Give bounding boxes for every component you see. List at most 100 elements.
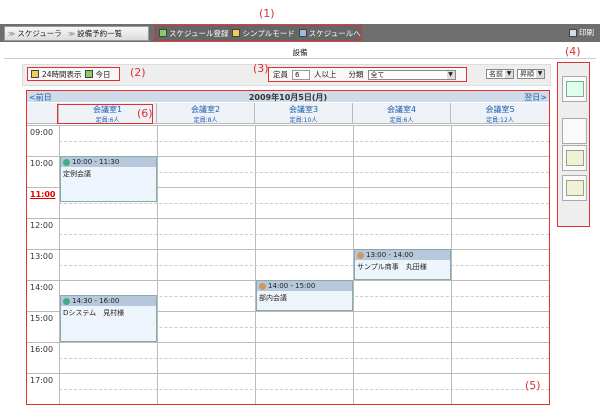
event-time: 14:30 - 16:00 [72,297,120,305]
annotation-1: (1) [259,7,275,20]
blank-view-button[interactable] [562,118,587,144]
annotation-3: (3) [253,62,269,75]
today-button[interactable]: 今日 [96,69,111,80]
room-header[interactable]: 会議室5 定員:12人 [451,103,549,124]
event-block[interactable]: 10:00 - 11:30 定例会議 [60,156,157,202]
time-column-header [27,103,59,123]
room-name: 会議室3 [288,105,319,114]
room-header[interactable]: 会議室2 定員:8人 [157,103,255,124]
event-time: 13:00 - 14:00 [366,251,414,259]
double-arrow-icon: ≫ [67,29,76,38]
time-grid: 09:00 10:00 11:00 12:00 13:00 14:00 15:0… [27,125,549,404]
event-block[interactable]: 14:00 - 15:00 部内会議 [256,280,353,311]
room-capacity: 定員:6人 [389,117,414,124]
annotation-4: (4) [565,45,581,58]
pencil-icon [232,29,241,37]
next-day-link[interactable]: 翌日> [524,92,547,103]
schedule-icon [298,29,307,37]
room-header[interactable]: 会議室4 定員:6人 [353,103,451,124]
half-hour-line [59,203,549,204]
24h-toggle[interactable]: 24時間表示 [42,69,82,80]
category-select[interactable]: 全て ▼ [367,69,456,80]
half-hour-line [59,141,549,142]
hour-row[interactable]: 16:00 [27,342,549,373]
hour-label: 16:00 [30,345,54,354]
chevron-down-icon: ▼ [446,70,455,79]
column-divider [255,125,256,404]
print-label: 印刷 [579,28,594,37]
room-capacity: 定員:12人 [486,117,514,124]
sort-field-select[interactable]: 名前 ▼ [486,69,514,79]
room-header[interactable]: 会議室3 定員:10人 [255,103,353,124]
divider [4,58,596,59]
hour-label: 17:00 [30,376,54,385]
event-block[interactable]: 13:00 - 14:00 サンプル商事 丸田様 [354,249,451,280]
room-name: 会議室2 [190,105,221,114]
register-schedule-button[interactable]: スケジュール登録 [159,28,228,39]
event-time: 10:00 - 11:30 [72,158,120,166]
hour-label: 10:00 [30,159,54,168]
calendar-add-icon [159,29,167,37]
hour-label: 09:00 [30,128,54,137]
event-title: 定例会議 [63,170,91,178]
hour-label: 13:00 [30,252,54,261]
view-switcher [557,62,590,227]
half-hour-line [59,358,549,359]
week-view-button[interactable] [562,145,587,171]
simple-mode-button[interactable]: シンプルモード [232,28,295,39]
chevron-down-icon: ▼ [536,70,544,78]
calendar: <前日 2009年10月5日(月) 翌日> 会議室1 定員:6人 会議室2 定員:8… [26,90,550,405]
capacity-input[interactable]: 6 [292,69,310,80]
filter-options: 定員 6 人以上 分類 全て ▼ [268,67,467,82]
clock-icon [31,70,39,78]
today-icon [84,70,93,78]
print-button[interactable]: 印刷 [569,27,594,38]
annotation-5: (5) [525,379,541,392]
hour-label: 14:00 [30,283,54,292]
event-title: 部内会議 [259,294,287,302]
half-hour-line [59,265,549,266]
info-icon [63,297,70,305]
annotation-6: (6) [137,107,153,120]
nav-reservations-link[interactable]: ≫ 設備予約一覧 [68,28,122,39]
event-block[interactable]: 14:30 - 16:00 Dシステム 見村様 [60,295,157,342]
register-label: スケジュール登録 [169,28,229,38]
current-hour-label: 11:00 [30,190,56,199]
hour-label: 12:00 [30,221,54,230]
view-options: 24時間表示 今日 [27,67,120,81]
event-title: Dシステム 見村様 [63,309,125,317]
capacity-label: 定員 [273,70,288,79]
month-view-icon [566,180,584,196]
category-label: 分類 [348,70,364,79]
hour-row[interactable]: 12:00 [27,218,549,249]
week-view-icon [566,150,584,166]
people-icon [259,282,266,290]
hour-row[interactable]: 17:00 [27,373,549,404]
toolbar: スケジュール登録 シンプルモード スケジュールへ [154,25,362,41]
double-arrow-icon: ≫ [8,29,16,38]
nav-schedule-link[interactable]: ≫ スケジューラ [8,28,62,39]
hour-row[interactable]: 13:00 [27,249,549,280]
annotation-2: (2) [130,66,146,79]
room-name: 会議室5 [485,105,515,114]
info-icon [63,158,70,166]
room-capacity: 定員:10人 [289,117,318,124]
nav-schedule-label: スケジューラ [17,29,62,38]
goto-schedule-button[interactable]: スケジュールへ [298,28,361,39]
column-divider [451,125,452,404]
sort-order-select[interactable]: 昇順 ▼ [517,69,545,79]
month-view-button[interactable] [562,175,587,201]
calendar-header: <前日 2009年10月5日(月) 翌日> [27,91,549,102]
room-capacity: 定員:8人 [193,117,218,124]
hour-row[interactable]: 09:00 [27,125,549,156]
people-icon [357,251,364,259]
simple-label: シンプルモード [242,28,295,38]
date-title: 2009年10月5日(月) [248,93,328,102]
day-view-button[interactable] [562,76,587,102]
sort-field-value: 名前 [489,70,503,78]
half-hour-line [59,389,549,390]
section-title: 設備 [292,48,308,57]
event-time: 14:00 - 15:00 [268,282,316,290]
capacity-suffix: 人以上 [314,70,337,79]
nav-tabs: ≫ スケジューラ ≫ 設備予約一覧 [4,26,149,41]
